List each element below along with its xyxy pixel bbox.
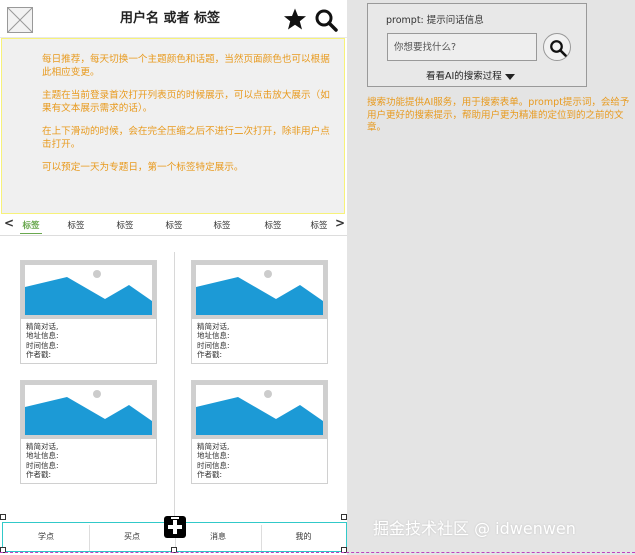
tab-tag-4[interactable]: 标签 xyxy=(159,219,189,231)
article-thumbnail xyxy=(192,381,327,439)
phone-canvas: 用户名 或者 标签 每日推荐，每天切换一个主题颜色和话题，当然页面颜色也可以根据… xyxy=(0,0,347,555)
summary-line: 精简对话, xyxy=(197,442,230,451)
tab-tag-6[interactable]: 标签 xyxy=(258,219,288,231)
article-meta: 精简对话, 地址信息: 时间信息: 作者戳: xyxy=(197,322,230,359)
banner-paragraph: 每日推荐，每天切换一个主题颜色和话题，当然页面颜色也可以根据此相应变更。 xyxy=(42,54,330,78)
tab-tag-1[interactable]: 标签 xyxy=(16,219,46,234)
article-card[interactable]: 精简对话, 地址信息: 时间信息: 作者戳: xyxy=(20,260,157,364)
summary-line: 精简对话, xyxy=(197,322,230,331)
prompt-panel: prompt: 提示问话信息 看看AI的搜索过程 xyxy=(367,3,587,87)
plus-icon xyxy=(168,517,182,534)
banner-paragraph: 在上下滑动的时候，会在完全压缩之后不进行二次打开，除非用户点击打开。 xyxy=(42,126,330,150)
selection-handle[interactable] xyxy=(341,514,347,520)
address-line: 地址信息: xyxy=(197,331,230,341)
address-line: 地址信息: xyxy=(26,451,59,461)
caret-down-icon xyxy=(504,73,515,80)
author-line: 作者戳: xyxy=(26,349,52,359)
article-meta: 精简对话, 地址信息: 时间信息: 作者戳: xyxy=(197,442,230,479)
author-line: 作者戳: xyxy=(197,469,223,479)
image-icon xyxy=(25,385,152,435)
tag-tab-bar: < 标签 标签 标签 标签 标签 标签 标签 > xyxy=(0,214,347,236)
time-line: 时间信息: xyxy=(26,340,59,350)
page-title: 用户名 或者 标签 xyxy=(119,11,221,26)
time-line: 时间信息: xyxy=(197,460,230,470)
article-meta: 精简对话, 地址信息: 时间信息: 作者戳: xyxy=(26,442,59,479)
prompt-label: prompt: 提示问话信息 xyxy=(386,15,484,26)
article-thumbnail xyxy=(192,261,327,319)
column-divider xyxy=(174,252,175,520)
image-icon xyxy=(25,265,152,315)
nav-item-messages[interactable]: 消息 xyxy=(175,523,261,551)
image-icon xyxy=(196,385,323,435)
tab-tag-2[interactable]: 标签 xyxy=(61,219,91,231)
article-card[interactable]: 精简对话, 地址信息: 时间信息: 作者戳: xyxy=(191,380,328,484)
search-icon xyxy=(550,40,567,57)
star-icon[interactable] xyxy=(283,7,307,31)
address-line: 地址信息: xyxy=(26,331,59,341)
daily-recommendation-banner[interactable]: 每日推荐，每天切换一个主题颜色和话题，当然页面颜色也可以根据此相应变更。 主题在… xyxy=(1,38,345,214)
banner-paragraph: 可以预定一天为专题日，第一个标签特定展示。 xyxy=(42,162,244,173)
time-line: 时间信息: xyxy=(26,460,59,470)
author-line: 作者戳: xyxy=(26,469,52,479)
tab-tag-5[interactable]: 标签 xyxy=(207,219,237,231)
banner-paragraph: 主题在当前登录首次打开列表页的时候展示，可以点击放大展示（如果有文本展示需求的话… xyxy=(42,90,330,114)
ai-process-label: 看看AI的搜索过程 xyxy=(426,71,502,82)
image-placeholder-icon xyxy=(7,7,33,33)
tab-tag-3[interactable]: 标签 xyxy=(110,219,140,231)
image-icon xyxy=(196,265,323,315)
prompt-search-button[interactable] xyxy=(543,33,571,61)
scroll-left-arrow[interactable]: < xyxy=(3,216,15,230)
time-line: 时间信息: xyxy=(197,340,230,350)
watermark: 掘金技术社区 @ idwenwen xyxy=(373,519,576,538)
nav-item-mine[interactable]: 我的 xyxy=(261,523,346,551)
article-meta: 精简对话, 地址信息: 时间信息: 作者戳: xyxy=(26,322,59,359)
article-card[interactable]: 精简对话, 地址信息: 时间信息: 作者戳: xyxy=(191,260,328,364)
selection-handle[interactable] xyxy=(0,514,6,520)
article-card[interactable]: 精简对话, 地址信息: 时间信息: 作者戳: xyxy=(20,380,157,484)
address-line: 地址信息: xyxy=(197,451,230,461)
summary-line: 精简对话, xyxy=(26,442,59,451)
summary-line: 精简对话, xyxy=(26,322,59,331)
tab-tag-7[interactable]: 标签 xyxy=(304,219,334,231)
scroll-right-arrow[interactable]: > xyxy=(334,216,346,230)
article-thumbnail xyxy=(21,261,156,319)
prompt-search-input[interactable] xyxy=(387,33,537,61)
search-icon[interactable] xyxy=(314,8,338,32)
avatar[interactable] xyxy=(7,7,33,33)
article-thumbnail xyxy=(21,381,156,439)
publish-button[interactable] xyxy=(164,516,186,538)
ai-process-toggle[interactable]: 看看AI的搜索过程 xyxy=(426,68,515,82)
nav-item-learn[interactable]: 学点 xyxy=(3,523,89,551)
nav-item-buy[interactable]: 买点 xyxy=(89,523,175,551)
selection-dashed-border xyxy=(0,552,635,553)
author-line: 作者戳: xyxy=(197,349,223,359)
ai-search-description: 搜索功能提供AI服务，用于搜索表单。prompt提示词，会给予用户更好的搜索提示… xyxy=(367,97,630,133)
app-header: 用户名 或者 标签 xyxy=(0,0,347,38)
